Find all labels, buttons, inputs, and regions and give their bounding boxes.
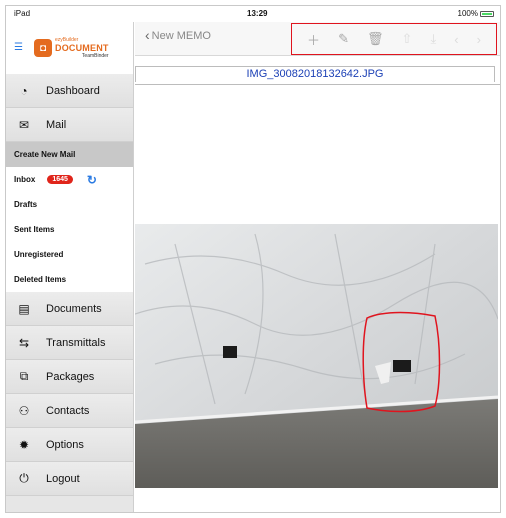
divider <box>135 84 500 85</box>
sidebar-subitem-label: Deleted Items <box>14 275 67 284</box>
sidebar-subitem-deleted-items[interactable]: Deleted Items <box>6 267 133 292</box>
sidebar-item-dashboard[interactable]: ◔ Dashboard <box>6 74 133 108</box>
package-icon: ⧉ <box>19 369 29 383</box>
contacts-icon: ⚇ <box>18 403 30 418</box>
device-label: iPad <box>14 9 31 18</box>
sidebar-item-documents[interactable]: ▤ Documents <box>6 292 133 326</box>
share-icon[interactable]: ⇧ <box>402 31 413 47</box>
sidebar-item-label: Dashboard <box>46 84 100 97</box>
transmittals-icon: ⇆ <box>18 335 30 350</box>
sidebar-subitem-inbox[interactable]: Inbox 1645 ↻ <box>6 167 133 192</box>
sidebar: ☰ ◘ ezyBuilder DOCUMENT TeamBinder ◔ Das… <box>6 22 134 512</box>
sidebar-item-contacts[interactable]: ⚇ Contacts <box>6 394 133 428</box>
photo-content <box>135 224 498 488</box>
clock: 13:29 <box>247 9 268 18</box>
sidebar-subitem-drafts[interactable]: Drafts <box>6 192 133 217</box>
sidebar-subitem-label: Inbox <box>14 175 36 184</box>
sidebar-subitem-sent-items[interactable]: Sent Items <box>6 217 133 242</box>
attachment-image[interactable] <box>135 224 498 488</box>
inbox-count-badge: 1645 <box>47 175 73 184</box>
sidebar-item-label: Contacts <box>46 404 90 417</box>
file-name-label: IMG_30082018132642.JPG <box>135 66 495 82</box>
logo-mark-icon: ◘ <box>34 39 52 57</box>
sidebar-item-label: Transmittals <box>46 336 106 349</box>
sidebar-item-mail[interactable]: ✉ Mail <box>6 108 133 142</box>
sidebar-item-label: Options <box>46 438 84 451</box>
gear-icon: ✹ <box>18 437 30 452</box>
sidebar-nav: ◔ Dashboard ✉ Mail Create New Mail Inbox… <box>6 74 133 496</box>
mail-icon: ✉ <box>18 117 30 132</box>
document-icon: ▤ <box>18 301 30 316</box>
logo-row: ☰ ◘ ezyBuilder DOCUMENT TeamBinder <box>6 22 133 74</box>
next-icon[interactable]: › <box>477 32 481 47</box>
sidebar-item-transmittals[interactable]: ⇆ Transmittals <box>6 326 133 360</box>
image-toolbar: ＋ ✎ 🗑 ⇧ ⤓ ‹ › <box>291 23 497 55</box>
logo-title: DOCUMENT <box>55 43 109 53</box>
sidebar-subitem-unregistered[interactable]: Unregistered <box>6 242 133 267</box>
sidebar-item-logout[interactable]: ⏻ Logout <box>6 462 133 496</box>
app-window: iPad 13:29 100% ☰ ◘ ezyBuilder DOCUMENT … <box>5 5 501 513</box>
sidebar-item-label: Packages <box>46 370 95 383</box>
power-icon: ⏻ <box>19 471 29 485</box>
logo-tagline: TeamBinder <box>81 53 109 59</box>
edit-icon[interactable]: ✎ <box>338 31 349 47</box>
sidebar-item-packages[interactable]: ⧉ Packages <box>6 360 133 394</box>
sidebar-subitem-label: Unregistered <box>14 250 64 259</box>
back-button[interactable]: ‹ New MEMO <box>145 27 211 43</box>
back-button-label: New MEMO <box>151 30 211 42</box>
battery-indicator: 100% <box>458 9 494 18</box>
sidebar-subitem-label: Sent Items <box>14 225 55 234</box>
sidebar-item-label: Logout <box>46 472 80 485</box>
download-icon[interactable]: ⤓ <box>430 31 436 47</box>
battery-icon <box>480 10 494 17</box>
chevron-left-icon: ‹ <box>145 27 150 43</box>
sidebar-subitem-label: Drafts <box>14 200 38 209</box>
dashboard-icon: ◔ <box>20 83 28 98</box>
app-logo: ◘ ezyBuilder DOCUMENT TeamBinder <box>34 36 109 60</box>
status-bar: iPad 13:29 100% <box>6 6 500 22</box>
top-bar: ‹ New MEMO ＋ ✎ 🗑 ⇧ ⤓ ‹ › <box>135 22 500 56</box>
sidebar-subitem-create-new-mail[interactable]: Create New Mail <box>6 142 133 167</box>
sidebar-subitem-label: Create New Mail <box>14 150 76 159</box>
sidebar-item-label: Mail <box>46 118 67 131</box>
menu-icon[interactable]: ☰ <box>14 43 24 53</box>
previous-icon[interactable]: ‹ <box>454 32 458 47</box>
refresh-icon[interactable]: ↻ <box>87 173 97 187</box>
sidebar-item-label: Documents <box>46 302 102 315</box>
sidebar-item-options[interactable]: ✹ Options <box>6 428 133 462</box>
battery-percent: 100% <box>457 9 478 18</box>
trash-icon[interactable]: 🗑 <box>367 31 384 47</box>
add-icon[interactable]: ＋ <box>307 30 320 49</box>
